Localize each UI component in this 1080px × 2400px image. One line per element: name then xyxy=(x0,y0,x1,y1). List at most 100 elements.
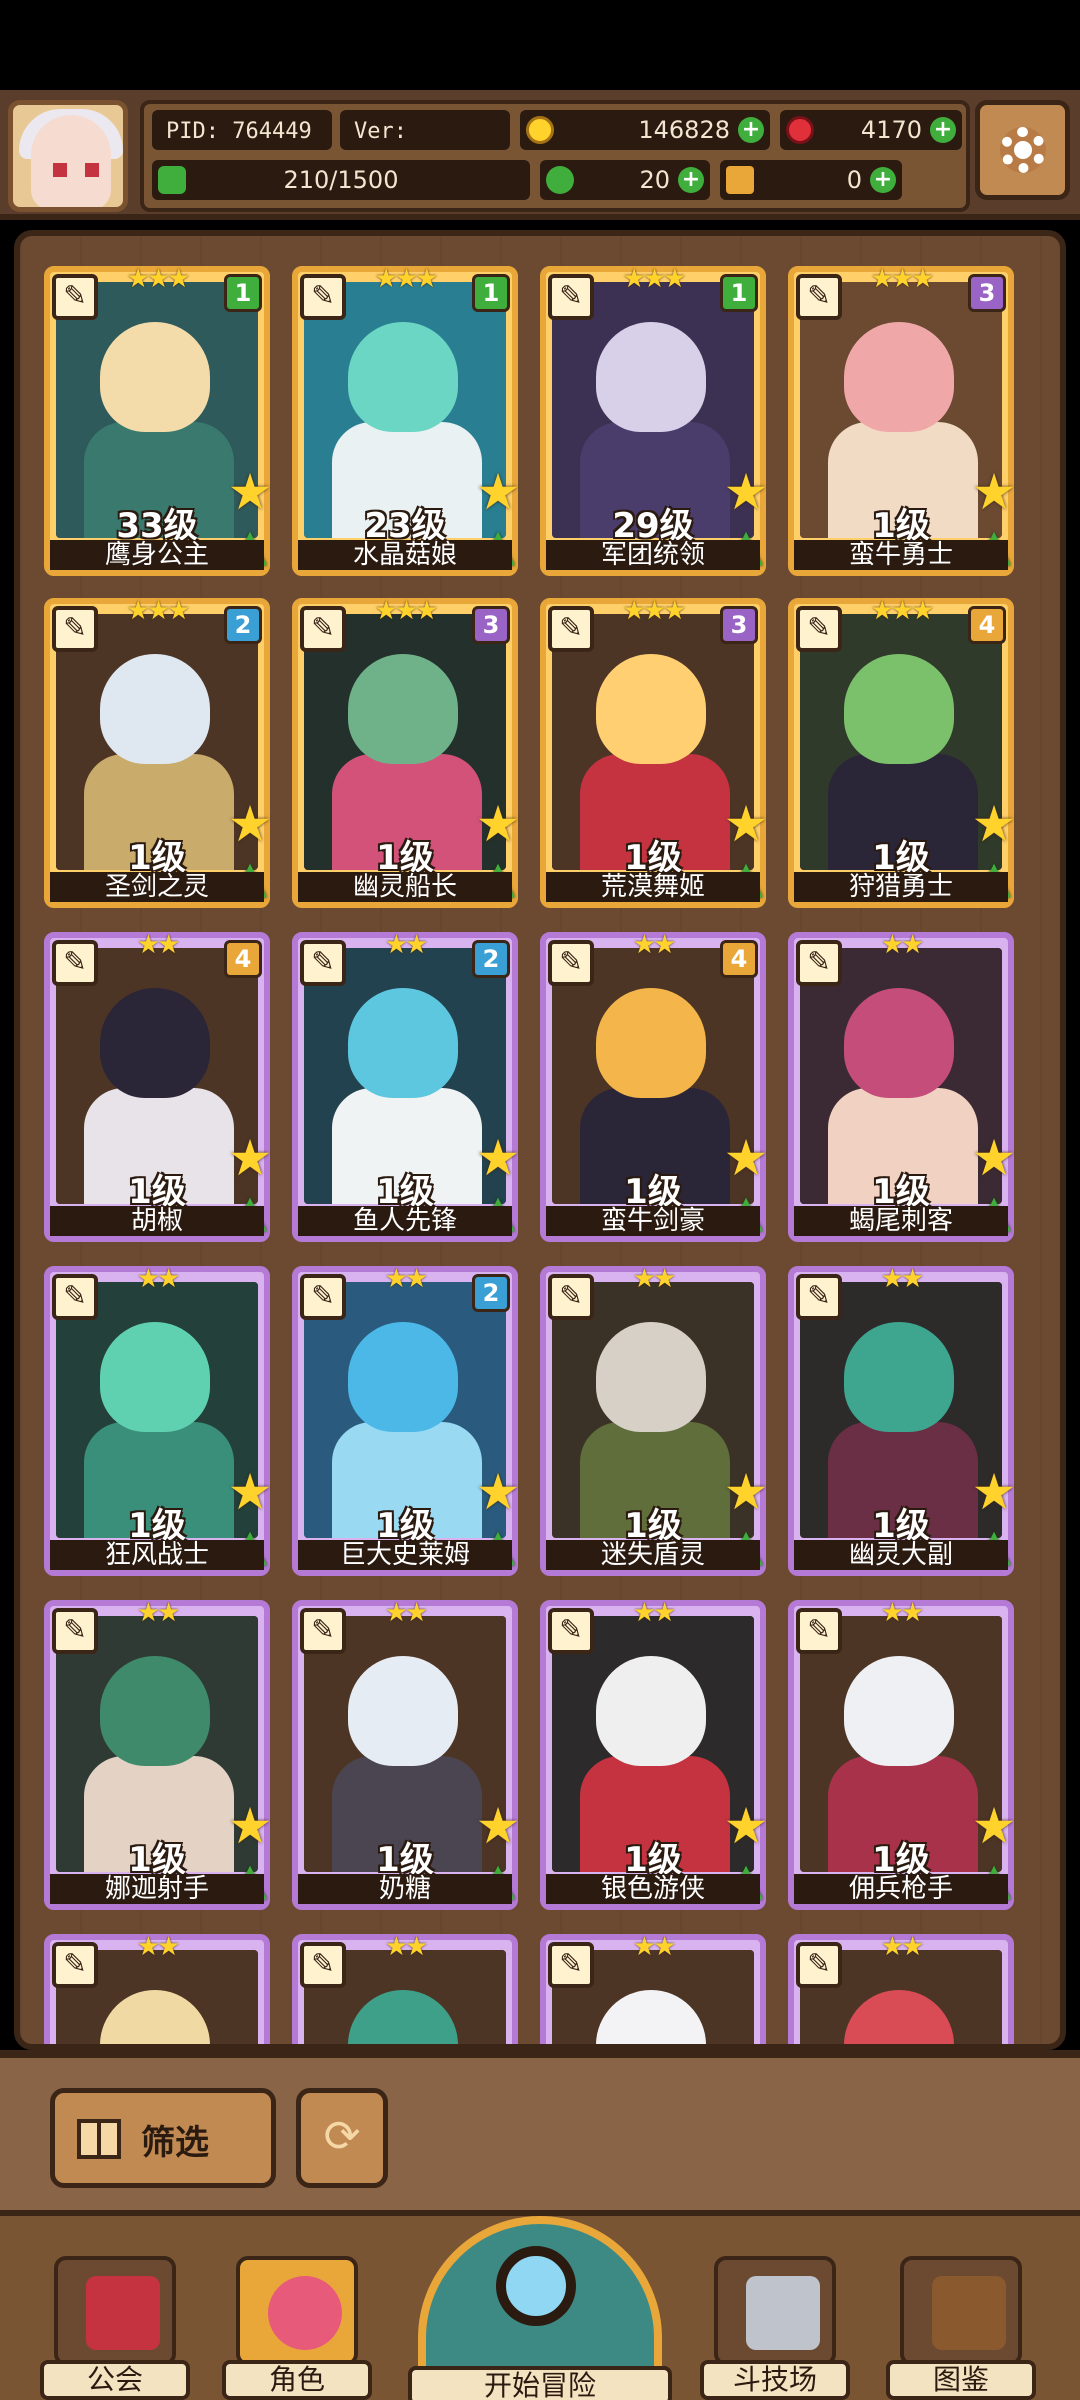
rank-badge: 2 xyxy=(472,940,510,978)
character-card[interactable]: ✎★★1级★▲幽灵大副 xyxy=(788,1264,1016,1576)
rank-badge: 4 xyxy=(720,940,758,978)
filter-bar: 筛选 ⟳ xyxy=(0,2050,1080,2210)
settings-button[interactable] xyxy=(975,100,1070,200)
character-card[interactable]: ✎★★1级★▲佣兵枪手 xyxy=(788,1598,1016,1910)
magnifier-icon xyxy=(496,2246,576,2326)
player-avatar[interactable] xyxy=(8,100,128,212)
ruby-gem-icon xyxy=(786,116,814,144)
star-upgrade-icon[interactable]: ★ xyxy=(722,1801,770,1851)
star-upgrade-icon[interactable]: ★ xyxy=(722,799,770,849)
character-card[interactable]: ✎ ★★ xyxy=(292,1932,518,2044)
portrait-head xyxy=(100,322,210,432)
version-field: Ver: 1.2.2.0 xyxy=(340,110,510,186)
star-upgrade-icon[interactable]: ★ xyxy=(722,1133,770,1183)
character-card[interactable]: ✎★★41级★▲蛮牛剑豪 xyxy=(540,930,768,1242)
star-upgrade-icon[interactable]: ★ xyxy=(970,1801,1018,1851)
filter-button[interactable]: 筛选 xyxy=(50,2088,276,2188)
nav-arena[interactable]: 斗技场 xyxy=(700,2256,850,2400)
character-card[interactable]: ✎★★★31级★▲荒漠舞姬 xyxy=(540,596,768,908)
star-upgrade-icon[interactable]: ★ xyxy=(474,799,522,849)
star-upgrade-icon[interactable]: ★ xyxy=(970,1467,1018,1517)
character-card[interactable]: ✎★★21级★▲鱼人先锋 xyxy=(292,930,520,1242)
character-card[interactable]: ✎★★★31级★▲幽灵船长 xyxy=(292,596,520,908)
character-card[interactable]: ✎★★1级★▲银色游侠 xyxy=(540,1598,768,1910)
star-upgrade-icon[interactable]: ★ xyxy=(722,467,770,517)
avatar-eye xyxy=(53,163,67,177)
rank-badge: 3 xyxy=(968,274,1006,312)
rank-badge: 1 xyxy=(720,274,758,312)
gold-amount: 146828 xyxy=(638,116,730,144)
star-upgrade-icon[interactable]: ★ xyxy=(474,1467,522,1517)
nav-codex-tile xyxy=(900,2256,1022,2366)
star-upgrade-icon[interactable]: ★ xyxy=(970,467,1018,517)
gold-coin-icon xyxy=(526,116,554,144)
refresh-icon: ⟳ xyxy=(323,2111,361,2162)
character-face-icon xyxy=(268,2276,342,2350)
pid-field: PID: 764449 xyxy=(152,110,332,150)
rarity-stars: ★★ xyxy=(632,1264,677,1294)
clover-amount: 20 xyxy=(639,166,670,194)
character-name: 狂风战士 xyxy=(50,1540,264,1570)
portrait-head xyxy=(596,988,706,1098)
rarity-stars: ★★ xyxy=(136,1932,181,1962)
rank-badge: 4 xyxy=(968,606,1006,644)
character-card[interactable]: ✎★★41级★▲胡椒 xyxy=(44,930,272,1242)
rarity-stars: ★★ xyxy=(136,1598,181,1628)
character-card[interactable]: ✎ ★★ xyxy=(44,1932,270,2044)
clover-field: 20 + xyxy=(540,160,710,200)
star-upgrade-icon[interactable]: ★ xyxy=(474,1133,522,1183)
star-upgrade-icon[interactable]: ★ xyxy=(474,467,522,517)
star-upgrade-icon[interactable]: ★ xyxy=(474,1801,522,1851)
resource-panel: PID: 764449 Ver: 1.2.2.0 146828 + 4170 +… xyxy=(140,100,970,212)
rank-badge: 2 xyxy=(472,1274,510,1312)
character-card[interactable]: ✎★★21级★▲巨大史莱姆 xyxy=(292,1264,520,1576)
nav-codex[interactable]: 图鉴 xyxy=(886,2256,1036,2400)
character-card[interactable]: ✎★★1级★▲奶糖 xyxy=(292,1598,520,1910)
rarity-stars: ★★ xyxy=(880,1932,925,1962)
star-upgrade-icon[interactable]: ★ xyxy=(722,1467,770,1517)
character-card[interactable]: ✎★★★31级★▲蛮牛勇士 xyxy=(788,264,1016,576)
refresh-button[interactable]: ⟳ xyxy=(296,2088,388,2188)
portrait-head xyxy=(844,1656,954,1766)
character-card[interactable]: ✎★★★133级★▲鹰身公主 xyxy=(44,264,272,576)
add-clover-icon[interactable]: + xyxy=(678,167,704,193)
character-name: 水晶菇娘 xyxy=(298,540,512,570)
avatar-eye xyxy=(85,163,99,177)
character-card[interactable]: ✎★★1级★▲蝎尾刺客 xyxy=(788,930,1016,1242)
nav-arena-label: 斗技场 xyxy=(700,2360,850,2400)
star-upgrade-icon[interactable]: ★ xyxy=(226,467,274,517)
avatar-face xyxy=(31,115,111,207)
grid-icon xyxy=(77,2119,121,2159)
character-name: 奶糖 xyxy=(298,1874,512,1904)
character-card[interactable]: ✎★★★129级★▲军团统领 xyxy=(540,264,768,576)
character-card[interactable]: ✎ ★★ xyxy=(540,1932,766,2044)
character-name: 军团统领 xyxy=(546,540,760,570)
star-upgrade-icon[interactable]: ★ xyxy=(226,1133,274,1183)
character-name: 圣剑之灵 xyxy=(50,872,264,902)
rarity-stars: ★★ xyxy=(632,1598,677,1628)
nav-adventure[interactable]: 开始冒险 xyxy=(408,2216,672,2400)
portrait-head xyxy=(844,654,954,764)
character-card[interactable]: ✎★★★41级★▲狩猎勇士 xyxy=(788,596,1016,908)
gold-field: 146828 + xyxy=(520,110,770,150)
portrait-head xyxy=(844,322,954,432)
nav-character[interactable]: 角色 xyxy=(222,2256,372,2400)
character-card[interactable]: ✎★★★21级★▲圣剑之灵 xyxy=(44,596,272,908)
character-card[interactable]: ✎★★1级★▲迷失盾灵 xyxy=(540,1264,768,1576)
add-gold-icon[interactable]: + xyxy=(738,117,764,143)
character-name: 银色游侠 xyxy=(546,1874,760,1904)
add-gem-icon[interactable]: + xyxy=(930,117,956,143)
nav-guild[interactable]: 公会 xyxy=(40,2256,190,2400)
star-upgrade-icon[interactable]: ★ xyxy=(970,799,1018,849)
star-upgrade-icon[interactable]: ★ xyxy=(226,799,274,849)
character-grid[interactable]: ✎★★★133级★▲鹰身公主✎★★★123级★▲水晶菇娘✎★★★129级★▲军团… xyxy=(14,230,1066,2050)
star-upgrade-icon[interactable]: ★ xyxy=(970,1133,1018,1183)
character-card[interactable]: ✎★★1级★▲狂风战士 xyxy=(44,1264,272,1576)
character-card[interactable]: ✎★★1级★▲娜迦射手 xyxy=(44,1598,272,1910)
character-card[interactable]: ✎★★★123级★▲水晶菇娘 xyxy=(292,264,520,576)
portrait-head xyxy=(100,654,210,764)
star-upgrade-icon[interactable]: ★ xyxy=(226,1467,274,1517)
character-card[interactable]: ✎ ★★ xyxy=(788,1932,1014,2044)
add-ticket-icon[interactable]: + xyxy=(870,167,896,193)
star-upgrade-icon[interactable]: ★ xyxy=(226,1801,274,1851)
